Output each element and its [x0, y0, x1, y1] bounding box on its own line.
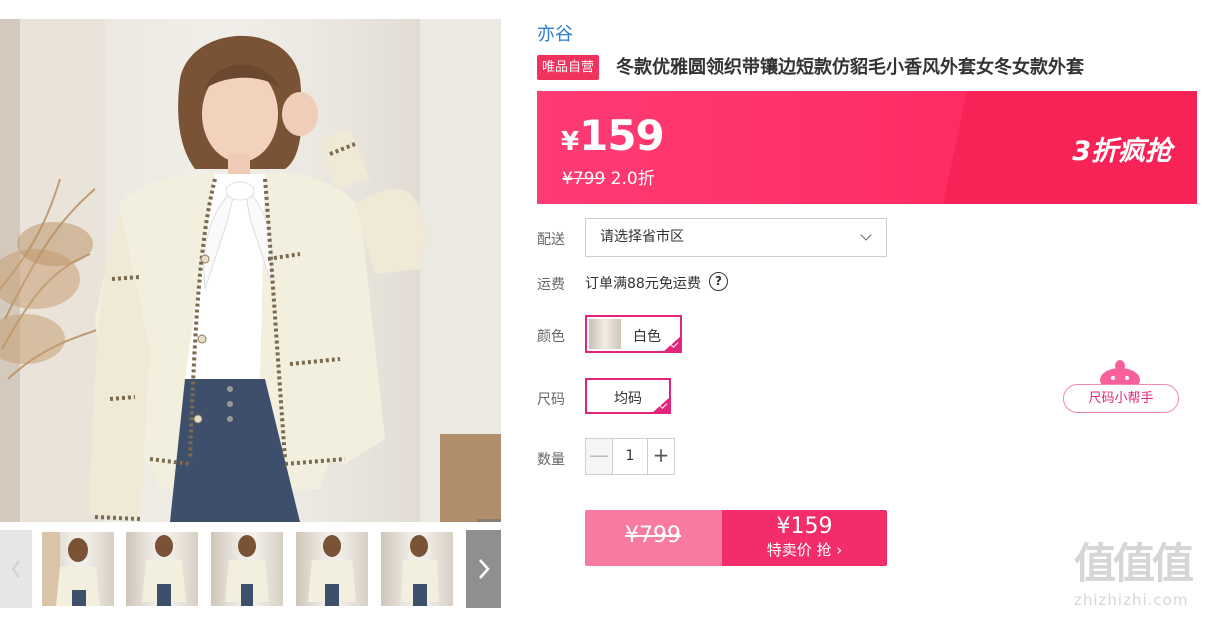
color-label: 颜色 — [537, 329, 565, 345]
site-watermark: 值值值 zhizhizhi.com — [1074, 540, 1224, 616]
question-icon[interactable]: ? — [709, 272, 728, 291]
delivery-label: 配送 — [537, 232, 565, 248]
quantity-increase-button[interactable]: + — [647, 439, 674, 474]
color-swatch-image — [589, 319, 621, 349]
buy-original-price-panel: ¥799 — [585, 510, 722, 566]
freight-text: 订单满88元免运费 — [585, 276, 701, 292]
thumbnail-4[interactable] — [296, 532, 368, 606]
thumbnail-1[interactable] — [42, 532, 114, 606]
current-price-value: 159 — [579, 111, 665, 160]
self-operated-badge: 唯品自营 — [537, 55, 600, 80]
price-banner: ¥159 ¥799 2.0折 3折疯抢 — [537, 91, 1197, 204]
color-option-label: 白色 — [633, 329, 661, 345]
buy-original-price: ¥799 — [625, 523, 681, 548]
color-option-white[interactable]: 白色 — [585, 315, 682, 353]
thumbnail-next-button[interactable] — [466, 530, 501, 608]
zoom-button[interactable] — [477, 519, 501, 522]
main-product-image[interactable] — [0, 19, 501, 522]
quantity-input[interactable]: 1 — [613, 439, 647, 474]
chevron-down-icon — [860, 229, 872, 241]
freight-label: 运费 — [537, 277, 565, 293]
thumbnail-prev-button[interactable] — [0, 530, 32, 608]
current-price: ¥159 — [561, 111, 665, 160]
watermark-url: zhizhizhi.com — [1074, 591, 1189, 609]
size-helper-button[interactable]: 尺码小帮手 — [1063, 384, 1179, 413]
buy-action-label: 特卖价 抢 › — [722, 540, 887, 560]
thumbnail-image — [42, 532, 100, 606]
thumbnail-image — [401, 535, 439, 606]
quantity-decrease-button[interactable]: — — [586, 439, 613, 474]
thumbnail-image — [308, 535, 356, 606]
quantity-stepper: — 1 + — [585, 438, 675, 475]
thumbnail-strip — [0, 530, 501, 608]
check-icon — [652, 397, 669, 412]
chevron-right-icon: › — [836, 541, 843, 559]
promo-label: 3折疯抢 — [1072, 136, 1172, 167]
product-title: 冬款优雅圆领织带镶边短款仿貂毛小香风外套女冬女款外套 — [616, 57, 1084, 78]
buy-action-text: 特卖价 抢 — [766, 541, 832, 559]
thumbnail-5[interactable] — [381, 532, 453, 606]
brand-link[interactable]: 亦谷 — [537, 20, 573, 46]
buy-sale-panel: ¥159 特卖价 抢 › — [722, 510, 887, 566]
quantity-label: 数量 — [537, 452, 565, 468]
size-option-one-size[interactable]: 均码 — [585, 378, 671, 414]
check-icon — [663, 336, 680, 351]
delivery-placeholder: 请选择省市区 — [600, 229, 684, 245]
original-price: ¥799 — [562, 169, 606, 189]
discount-rate: 2.0折 — [610, 169, 655, 189]
thumbnail-2[interactable] — [126, 532, 198, 606]
currency-symbol: ¥ — [561, 127, 580, 157]
size-label: 尺码 — [537, 392, 565, 408]
thumbnail-image — [142, 535, 186, 606]
delivery-region-select[interactable]: 请选择省市区 — [585, 218, 887, 257]
buy-sale-price: ¥159 — [776, 514, 833, 539]
thumbnail-image — [225, 535, 269, 606]
chevron-right-icon — [478, 559, 490, 579]
buy-now-button[interactable]: ¥799 ¥159 特卖价 抢 › — [585, 510, 887, 566]
thumbnail-3[interactable] — [211, 532, 283, 606]
original-price-line: ¥799 2.0折 — [562, 164, 655, 189]
size-option-label: 均码 — [614, 391, 642, 407]
chevron-left-icon — [11, 560, 20, 578]
product-photo — [0, 19, 501, 522]
watermark-logo: 值值值 — [1074, 539, 1194, 588]
